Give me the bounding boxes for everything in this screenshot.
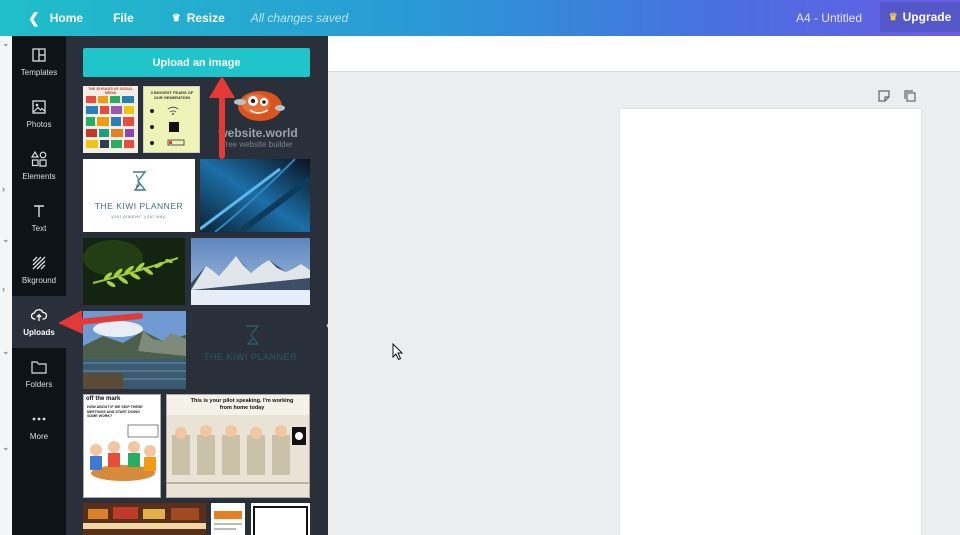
- flyer-image: [214, 511, 242, 530]
- meeting-comic-art: [90, 424, 159, 481]
- pilot-comic-art: [167, 415, 309, 497]
- thumbnail-mountains[interactable]: [191, 238, 310, 305]
- upgrade-label: Upgrade: [902, 10, 952, 24]
- sidebar-item-more[interactable]: More: [12, 400, 66, 452]
- home-label: Home: [49, 11, 84, 25]
- website-world-title: website.world: [218, 126, 298, 140]
- sidebar-item-background[interactable]: Bkground: [12, 244, 66, 296]
- social-media-graphic: [86, 96, 134, 148]
- thumbnail-blue-feather[interactable]: [200, 159, 310, 232]
- more-icon: [31, 411, 47, 427]
- kiwi-dark-title: THE KIWI PLANNER: [203, 352, 297, 362]
- kiwi-dark-logo: [246, 325, 260, 345]
- website-world-subtitle: free website builder: [223, 140, 293, 149]
- templates-icon: [31, 47, 47, 63]
- document-title[interactable]: A4 - Untitled: [796, 11, 862, 25]
- lake-image: [83, 311, 186, 389]
- thumbnail-flyer[interactable]: [211, 503, 245, 535]
- upgrade-button[interactable]: ♛ Upgrade: [880, 2, 960, 32]
- kiwi-logo: [133, 171, 147, 191]
- thumbnail-kiwi-planner-dark[interactable]: THE KIWI PLANNER: [191, 311, 310, 389]
- file-menu[interactable]: File: [113, 11, 134, 25]
- fears-graphic: [150, 106, 185, 146]
- thumbnail-market[interactable]: [83, 503, 206, 535]
- thumbnail-fern[interactable]: [83, 238, 185, 305]
- upload-image-button[interactable]: Upload an image: [83, 48, 310, 77]
- thumbnail-mountain-lake[interactable]: [83, 311, 186, 389]
- sidebar-item-photos[interactable]: Photos: [12, 88, 66, 140]
- sidebar-item-label: Folders: [25, 380, 53, 389]
- sidebar-item-templates[interactable]: Templates: [12, 36, 66, 88]
- sidebar-item-text[interactable]: Text: [12, 192, 66, 244]
- crown-icon: ♛: [888, 11, 898, 23]
- sidebar-item-elements[interactable]: Elements: [12, 140, 66, 192]
- duplicate-page-icon[interactable]: [903, 89, 917, 103]
- editor-toolbar: [328, 36, 960, 72]
- elements-icon: [31, 151, 47, 167]
- uploads-panel: Upload an image THE 25 RULES OF SOCIAL M…: [66, 36, 328, 535]
- thumbnail-kiwi-planner[interactable]: THE KIWI PLANNER your planner. your way.: [83, 159, 195, 232]
- fern-image: [83, 238, 185, 305]
- mouse-cursor-icon: [392, 343, 404, 361]
- thumbnail-biggest-fears[interactable]: 3 BIGGEST FEARS OF OUR GENERATION: [143, 86, 200, 153]
- design-page[interactable]: [620, 109, 921, 535]
- crown-icon: ♛: [171, 12, 181, 24]
- sidebar: Templates Photos Elements Text Bkground …: [12, 36, 66, 535]
- kiwi-subtitle: your planner. your way.: [111, 214, 167, 219]
- top-bar: ❮ Home File ♛ Resize All changes saved A…: [0, 0, 960, 36]
- thumbnail-comic-pilot[interactable]: This is your pilot speaking. I'm working…: [166, 394, 310, 498]
- thumbnail-website-world[interactable]: website.world free website builder: [206, 86, 310, 153]
- resize-button[interactable]: ♛ Resize: [172, 11, 225, 25]
- frame-image: [253, 506, 308, 535]
- background-icon: [31, 255, 47, 271]
- market-image: [83, 503, 206, 535]
- sidebar-item-label: Photos: [26, 120, 52, 129]
- resize-label: Resize: [186, 11, 225, 25]
- text-icon: [31, 203, 47, 219]
- sidebar-item-label: Uploads: [23, 328, 55, 337]
- thumbnail-title: THE 25 RULES OF SOCIAL MEDIA: [88, 87, 133, 95]
- background-window-strip: ⌄ › ⌄ › ⌄ ⌄: [0, 36, 12, 535]
- chevron-left-icon: ❮: [28, 9, 40, 26]
- kiwi-title: THE KIWI PLANNER: [94, 201, 184, 211]
- save-status: All changes saved: [250, 11, 349, 25]
- feather-image: [200, 159, 310, 232]
- mountains-image: [191, 238, 310, 305]
- sidebar-item-label: Templates: [20, 68, 58, 77]
- sidebar-item-uploads[interactable]: Uploads: [12, 296, 66, 348]
- sidebar-item-folders[interactable]: Folders: [12, 348, 66, 400]
- sidebar-item-label: Bkground: [21, 276, 57, 285]
- thumbnail-social-media[interactable]: THE 25 RULES OF SOCIAL MEDIA: [83, 86, 138, 153]
- thumbnail-frame[interactable]: [251, 503, 310, 535]
- folder-icon: [31, 359, 47, 375]
- home-button[interactable]: ❮ Home: [28, 10, 83, 27]
- add-note-icon[interactable]: [877, 89, 891, 103]
- upload-cloud-icon: [31, 307, 47, 323]
- sidebar-item-label: More: [29, 432, 49, 441]
- sidebar-item-label: Elements: [22, 172, 56, 181]
- sidebar-item-label: Text: [31, 224, 47, 233]
- photos-icon: [31, 99, 47, 115]
- thumbnail-comic-meetings[interactable]: off the mark HOW ABOUT IF WE SKIP THESE …: [83, 394, 161, 498]
